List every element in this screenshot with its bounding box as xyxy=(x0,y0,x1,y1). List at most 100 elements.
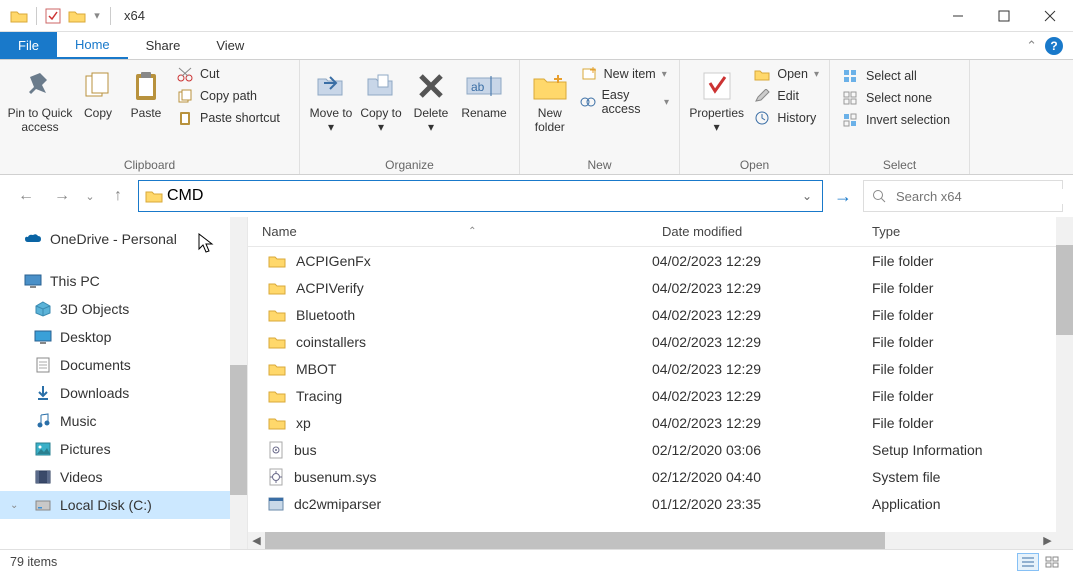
file-row[interactable]: Tracing04/02/2023 12:29File folder xyxy=(248,382,1073,409)
delete-button[interactable]: Delete▾ xyxy=(406,62,456,134)
file-row[interactable]: ACPIVerify04/02/2023 12:29File folder xyxy=(248,274,1073,301)
paste-shortcut-button[interactable]: Paste shortcut xyxy=(176,110,280,126)
edit-icon xyxy=(753,88,771,104)
column-type[interactable]: Type xyxy=(858,224,1073,239)
copy-path-button[interactable]: Copy path xyxy=(176,88,280,104)
help-icon[interactable]: ? xyxy=(1045,37,1063,55)
address-input[interactable] xyxy=(163,187,798,205)
file-type: File folder xyxy=(858,334,1073,350)
select-all-button[interactable]: Select all xyxy=(842,68,950,84)
nav-music[interactable]: Music xyxy=(0,407,247,435)
file-name: bus xyxy=(294,442,317,458)
nav-this-pc[interactable]: This PC xyxy=(0,267,247,295)
rename-button[interactable]: ab Rename xyxy=(456,62,512,120)
move-to-button[interactable]: Move to ▾ xyxy=(306,62,356,134)
go-button[interactable]: → xyxy=(827,180,859,212)
history-button[interactable]: History xyxy=(753,110,819,126)
music-icon xyxy=(34,413,52,429)
cut-button[interactable]: Cut xyxy=(176,66,280,82)
qat-overflow[interactable]: ▾ xyxy=(90,5,104,27)
file-date: 04/02/2023 12:29 xyxy=(648,334,858,350)
desktop-icon xyxy=(34,329,52,345)
edit-button[interactable]: Edit xyxy=(753,88,819,104)
folder-icon xyxy=(268,308,286,322)
scrollbar-thumb[interactable] xyxy=(265,532,885,549)
details-view-button[interactable] xyxy=(1017,553,1039,571)
scroll-right[interactable]: ▶ xyxy=(1039,534,1056,547)
open-group-label: Open xyxy=(686,154,823,174)
maximize-button[interactable] xyxy=(981,0,1027,32)
file-name: coinstallers xyxy=(296,334,366,350)
file-scrollbar-vertical[interactable] xyxy=(1056,217,1073,549)
recent-dropdown[interactable]: ⌄ xyxy=(82,180,98,212)
nav-desktop[interactable]: Desktop xyxy=(0,323,247,351)
file-row[interactable]: dc2wmiparser01/12/2020 23:35Application xyxy=(248,490,1073,517)
nav-downloads[interactable]: Downloads xyxy=(0,379,247,407)
new-folder-button[interactable]: New folder xyxy=(526,62,574,134)
column-date[interactable]: Date modified xyxy=(648,224,858,239)
nav-videos[interactable]: Videos xyxy=(0,463,247,491)
file-row[interactable]: coinstallers 04/02/2023 12:29File folder xyxy=(248,328,1073,355)
scroll-left[interactable]: ◀ xyxy=(248,534,265,547)
up-button[interactable]: ↑ xyxy=(102,180,134,212)
open-icon xyxy=(753,66,771,82)
address-bar[interactable]: ⌄ xyxy=(138,180,823,212)
nav-3d-objects[interactable]: 3D Objects xyxy=(0,295,247,323)
address-dropdown[interactable]: ⌄ xyxy=(798,189,816,203)
thumbnails-view-button[interactable] xyxy=(1041,553,1063,571)
navigation-pane[interactable]: OneDrive - Personal This PC 3D Objects D… xyxy=(0,217,248,549)
tab-share[interactable]: Share xyxy=(128,32,199,59)
app-icon xyxy=(268,496,284,512)
minimize-button[interactable] xyxy=(935,0,981,32)
nav-pictures[interactable]: Pictures xyxy=(0,435,247,463)
new-item-button[interactable]: New item ▾ xyxy=(580,66,669,82)
nav-documents[interactable]: Documents xyxy=(0,351,247,379)
ribbon-tabs: File Home Share View ⌃ ? xyxy=(0,32,1073,60)
select-none-button[interactable]: Select none xyxy=(842,90,950,106)
sort-indicator: ⌃ xyxy=(468,226,476,237)
sys-icon xyxy=(268,468,284,486)
pin-to-quick-access-button[interactable]: Pin to Quick access xyxy=(6,62,74,134)
disk-icon xyxy=(34,497,52,513)
back-button[interactable]: ← xyxy=(10,180,42,212)
nav-onedrive[interactable]: OneDrive - Personal xyxy=(0,225,247,253)
properties-button[interactable]: Properties▾ xyxy=(686,62,747,134)
close-button[interactable] xyxy=(1027,0,1073,32)
file-row[interactable]: ACPIGenFx04/02/2023 12:29File folder xyxy=(248,247,1073,274)
file-row[interactable]: busenum.sys02/12/2020 04:40System file xyxy=(248,463,1073,490)
ribbon-collapse-icon[interactable]: ⌃ xyxy=(1026,38,1037,54)
chevron-icon[interactable]: ⌄ xyxy=(10,500,18,511)
copy-to-button[interactable]: Copy to ▾ xyxy=(356,62,406,134)
easy-access-button[interactable]: Easy access ▾ xyxy=(580,88,669,116)
new-group-label: New xyxy=(526,154,673,174)
column-name[interactable]: Name⌃ xyxy=(248,224,648,239)
folder-icon xyxy=(268,254,286,268)
file-row[interactable]: MBOT04/02/2023 12:29File folder xyxy=(248,355,1073,382)
paste-button[interactable]: Paste xyxy=(122,62,170,120)
file-name: xp xyxy=(296,415,311,431)
nav-scrollbar-thumb[interactable] xyxy=(230,365,247,495)
tab-view[interactable]: View xyxy=(198,32,262,59)
svg-text:ab: ab xyxy=(471,80,485,94)
inf-icon xyxy=(268,441,284,459)
search-box[interactable] xyxy=(863,180,1063,212)
invert-selection-button[interactable]: Invert selection xyxy=(842,112,950,128)
file-row[interactable]: xp04/02/2023 12:29File folder xyxy=(248,409,1073,436)
item-count: 79 items xyxy=(10,555,57,569)
tab-home[interactable]: Home xyxy=(57,32,128,59)
search-input[interactable] xyxy=(896,189,1072,204)
qat-dropdown[interactable] xyxy=(66,5,88,27)
file-date: 04/02/2023 12:29 xyxy=(648,280,858,296)
file-row[interactable]: bus02/12/2020 03:06Setup Information xyxy=(248,436,1073,463)
tab-file[interactable]: File xyxy=(0,32,57,59)
pictures-icon xyxy=(34,441,52,457)
copy-button[interactable]: Copy xyxy=(74,62,122,120)
forward-button[interactable]: → xyxy=(46,180,78,212)
open-button[interactable]: Open ▾ xyxy=(753,66,819,82)
file-row[interactable]: Bluetooth04/02/2023 12:29File folder xyxy=(248,301,1073,328)
scrollbar-thumb[interactable] xyxy=(1056,245,1073,335)
file-date: 02/12/2020 03:06 xyxy=(648,442,858,458)
file-scrollbar-horizontal[interactable]: ◀▶ xyxy=(248,532,1056,549)
nav-local-disk[interactable]: ⌄Local Disk (C:) xyxy=(0,491,247,519)
properties-icon[interactable] xyxy=(42,5,64,27)
